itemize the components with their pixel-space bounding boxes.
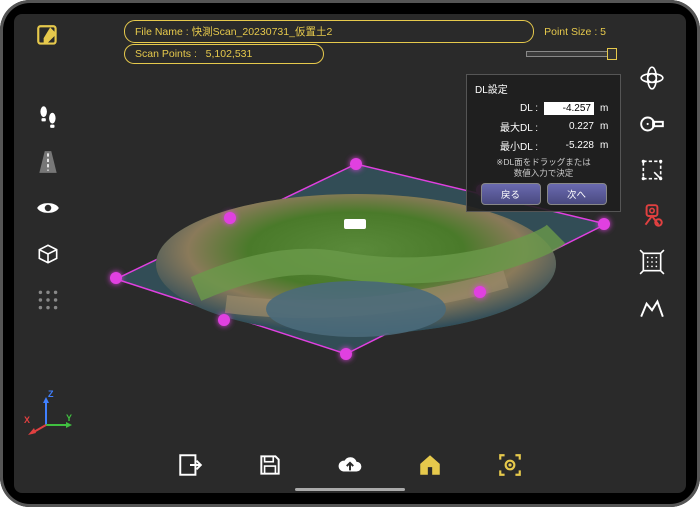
cube-icon[interactable] [34, 240, 62, 268]
plane-handle[interactable] [218, 314, 230, 326]
dl-input[interactable] [544, 102, 594, 115]
crop-grid-icon[interactable] [638, 248, 666, 276]
slider-thumb[interactable] [607, 48, 617, 60]
axis-x: X [24, 415, 30, 425]
survey-device-icon[interactable] [638, 202, 666, 230]
plane-handle[interactable] [110, 272, 122, 284]
panel-title: DL設定 [475, 81, 612, 96]
max-dl-label: 最大DL : [494, 119, 538, 134]
axis-gizmo: Z Y X [26, 391, 72, 437]
min-dl-label: 最小DL : [494, 138, 538, 153]
unit-m: m [600, 103, 612, 114]
eye-icon[interactable] [34, 194, 62, 222]
file-name-pill: File Name : 快測Scan_20230731_仮置土2 [124, 20, 534, 43]
point-size-slider[interactable] [526, 51, 616, 57]
measure-icon[interactable] [638, 110, 666, 138]
plane-handle[interactable] [474, 286, 486, 298]
file-label: File Name : [135, 26, 192, 38]
dl-settings-panel: DL設定 DL : m 最大DL : 0.227 m 最小DL : -5.228… [466, 74, 621, 212]
axis-z: Z [48, 389, 54, 399]
save-icon[interactable] [256, 451, 284, 479]
profile-icon[interactable] [638, 294, 666, 322]
edit-button[interactable] [34, 22, 62, 50]
plane-handle[interactable] [340, 348, 352, 360]
dl-label: DL : [494, 103, 538, 114]
max-dl-value: 0.227 [544, 121, 594, 132]
upload-cloud-icon[interactable] [336, 451, 364, 479]
plane-handle[interactable] [598, 218, 610, 230]
panel-note: ※DL面をドラッグまたは数値入力で決定 [475, 157, 612, 179]
min-dl-value: -5.228 [544, 140, 594, 151]
back-button[interactable]: 戻る [481, 183, 541, 205]
focus-scan-icon[interactable] [496, 451, 524, 479]
selection-icon[interactable] [638, 156, 666, 184]
points-label: Scan Points : [135, 48, 200, 60]
orbit-icon[interactable] [638, 64, 666, 92]
home-indicator[interactable] [295, 488, 405, 491]
point-size-label: Point Size : 5 [544, 26, 606, 38]
footsteps-icon[interactable] [34, 102, 62, 130]
home-icon[interactable] [416, 451, 444, 479]
plane-handle[interactable] [224, 212, 236, 224]
scan-points-pill: Scan Points : 5,102,531 [124, 44, 324, 64]
road-icon[interactable] [34, 148, 62, 176]
dots-grid-icon[interactable] [34, 286, 62, 314]
export-icon[interactable] [176, 451, 204, 479]
axis-y: Y [66, 413, 72, 423]
file-name: 快測Scan_20230731_仮置土2 [192, 26, 333, 38]
plane-handle[interactable] [350, 158, 362, 170]
next-button[interactable]: 次へ [547, 183, 607, 205]
points-value: 5,102,531 [206, 48, 253, 60]
